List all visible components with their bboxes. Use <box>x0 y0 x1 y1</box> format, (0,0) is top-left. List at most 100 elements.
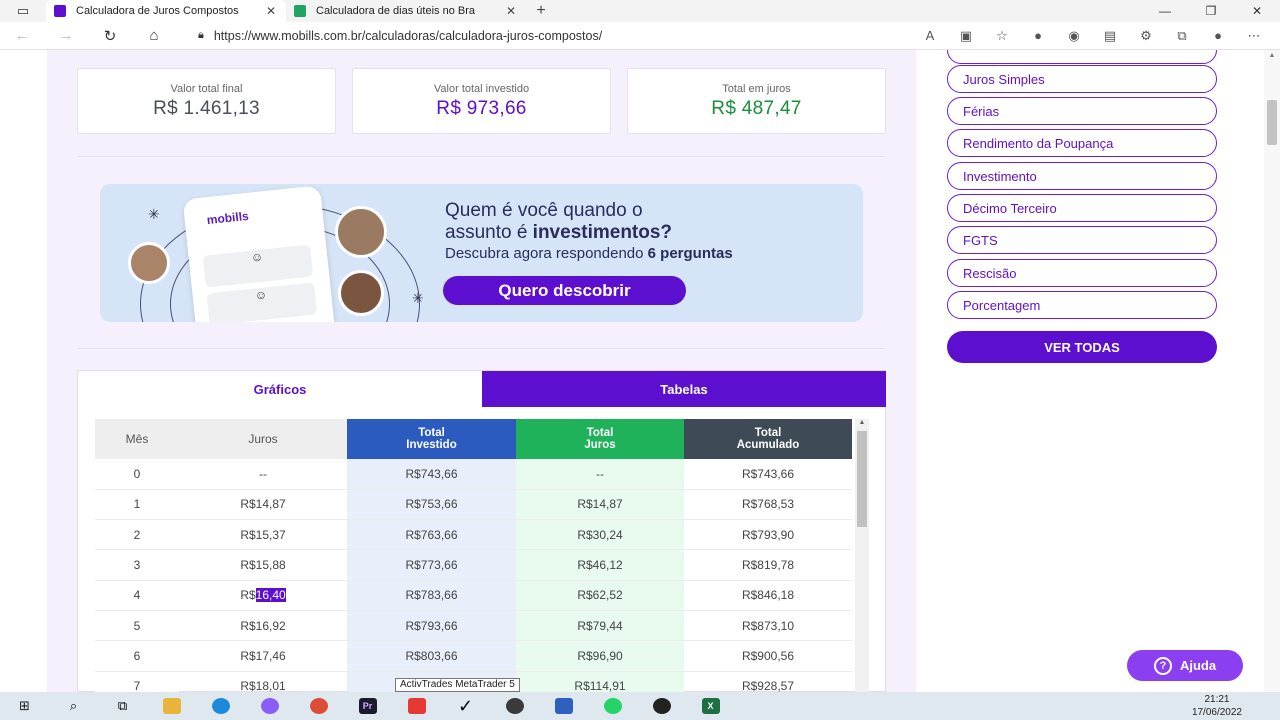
tab-tabelas[interactable]: Tabelas <box>482 371 886 407</box>
subtitle-b: 6 perguntas <box>647 245 733 262</box>
read-aloud-icon[interactable]: A <box>912 28 948 44</box>
sidebar-link-poupanca[interactable]: Rendimento da Poupança <box>947 129 1217 157</box>
scroll-up-icon[interactable]: ▲ <box>1264 52 1280 59</box>
header-total-acumulado[interactable]: Total Acumulado <box>684 419 852 459</box>
header-total-investido[interactable]: Total Investido <box>347 419 516 459</box>
sidebar-link-investimento[interactable]: Investimento <box>947 162 1217 190</box>
header-line: Total <box>586 427 614 439</box>
task-view-icon[interactable]: ⧉ <box>98 692 147 720</box>
investor-quiz-banner[interactable]: mobills ☺ ☺ ✳ ✳ Quem é você quando o ass… <box>100 184 863 322</box>
remote-app-icon[interactable] <box>539 692 588 720</box>
scrollbar-thumb[interactable] <box>857 431 867 527</box>
cell-mes: 4 <box>95 580 179 611</box>
sheet-favicon-icon <box>294 5 306 17</box>
cell-acumulado: R$900,56 <box>684 640 852 672</box>
browser-tab-bar: ▭ Calculadora de Juros Compostos ✕ Calcu… <box>0 0 1280 22</box>
phone-illustration: mobills ☺ ☺ <box>182 185 336 322</box>
banner-subtitle: Descubra agora respondendo 6 perguntas <box>445 245 733 262</box>
cell-total-juros: R$30,24 <box>516 519 684 551</box>
clock[interactable]: 21:21 17/06/2022 <box>1192 692 1242 720</box>
cell-acumulado: R$743,66 <box>684 459 852 490</box>
selected-text[interactable]: 16,40 <box>255 588 286 603</box>
sidebar-link-fgts[interactable]: FGTS <box>947 226 1217 254</box>
address-bar[interactable]: 🔒︎ https://www.mobills.com.br/calculador… <box>182 24 822 48</box>
recorder-icon[interactable] <box>637 692 686 720</box>
anydesk-icon[interactable] <box>392 692 441 720</box>
favorite-icon[interactable]: ☆ <box>984 28 1020 44</box>
whatsapp-icon[interactable] <box>588 692 637 720</box>
sidebar-link-decimo-terceiro[interactable]: Décimo Terceiro <box>947 194 1217 222</box>
tick-app-icon[interactable]: ✓ <box>441 692 490 720</box>
metatrader-icon[interactable] <box>490 692 539 720</box>
sidebar-link-rescisao[interactable]: Rescisão <box>947 259 1217 287</box>
headline-line-2a: assunto é <box>445 222 533 243</box>
clock-time: 21:21 <box>1204 694 1230 705</box>
restore-icon[interactable]: ❐ <box>1188 0 1234 22</box>
messenger-icon[interactable] <box>245 692 294 720</box>
help-button[interactable]: ? Ajuda <box>1127 650 1243 681</box>
windows-start-icon[interactable]: ⊞ <box>0 692 49 720</box>
chrome-icon[interactable] <box>294 692 343 720</box>
sidebar-link-partial[interactable] <box>947 50 1217 64</box>
more-icon[interactable]: ⋯ <box>1236 28 1272 44</box>
card-label: Valor total final <box>170 83 243 95</box>
header-line: Acumulado <box>736 439 800 451</box>
close-tab-icon[interactable]: ✕ <box>264 4 278 18</box>
cell-juros-prefix: R$ <box>240 588 256 603</box>
sidebar-link-juros-simples[interactable]: Juros Simples <box>947 65 1217 93</box>
cell-acumulado: R$793,90 <box>684 519 852 551</box>
address-toolbar: ← → ↻ ⌂ 🔒︎ https://www.mobills.com.br/ca… <box>0 22 1280 50</box>
sidebar-link-ferias[interactable]: Férias <box>947 97 1217 125</box>
mobills-logo: mobills <box>206 208 250 228</box>
header-line: Juros <box>584 439 616 451</box>
profile-icon[interactable]: ● <box>1200 28 1236 44</box>
see-all-button[interactable]: VER TODAS <box>947 331 1217 363</box>
new-tab-icon[interactable]: + <box>526 0 556 22</box>
excel-icon[interactable]: X <box>686 692 735 720</box>
close-tab-icon[interactable]: ✕ <box>504 4 518 18</box>
browser-tab-active[interactable]: Calculadora de Juros Compostos ✕ <box>46 0 286 22</box>
extension-icon[interactable]: ● <box>1020 28 1056 44</box>
forward-icon[interactable]: → <box>44 27 88 44</box>
sidebar-link-porcentagem[interactable]: Porcentagem <box>947 291 1217 319</box>
app-icon[interactable]: ▣ <box>948 28 984 44</box>
extensions-icon[interactable]: ⚙ <box>1128 28 1164 44</box>
cell-total-juros: -- <box>516 459 684 490</box>
results-panel: Gráficos Tabelas Mês Juros Total Investid… <box>77 370 886 692</box>
edge-icon[interactable] <box>196 692 245 720</box>
extension-icon[interactable]: ▤ <box>1092 28 1128 44</box>
collections-icon[interactable]: ⧉ <box>1164 28 1200 44</box>
cell-acumulado: R$873,10 <box>684 610 852 642</box>
tab-actions-icon[interactable]: ▭ <box>0 0 46 22</box>
header-mes[interactable]: Mês <box>95 419 179 459</box>
extension-icon[interactable]: ◉ <box>1056 28 1092 44</box>
tab-graficos[interactable]: Gráficos <box>78 371 482 407</box>
quiz-cta-button[interactable]: Quero descobrir <box>443 276 686 305</box>
file-explorer-icon[interactable] <box>147 692 196 720</box>
cell-mes: 1 <box>95 489 179 521</box>
close-window-icon[interactable]: ✕ <box>1234 0 1280 22</box>
calculator-column: Valor total final R$ 1.461,13 Valor tota… <box>47 50 916 692</box>
premiere-icon[interactable]: Pr <box>343 692 392 720</box>
scrollbar-thumb[interactable] <box>1267 100 1277 145</box>
header-juros[interactable]: Juros <box>179 419 347 459</box>
header-line: Total <box>754 427 782 439</box>
scroll-up-icon[interactable]: ▲ <box>855 419 869 426</box>
banner-headline: Quem é você quando o assunto é investime… <box>445 200 672 244</box>
header-total-juros[interactable]: Total Juros <box>516 419 684 459</box>
browser-tab-inactive[interactable]: Calculadora de dias úteis no Bra ✕ <box>286 0 526 22</box>
refresh-icon[interactable]: ↻ <box>88 27 132 45</box>
cell-acumulado: R$846,18 <box>684 580 852 611</box>
table-scrollbar[interactable]: ▲ <box>855 419 869 692</box>
card-value: R$ 487,47 <box>711 98 802 119</box>
search-icon[interactable]: ⌕ <box>49 692 98 720</box>
cell-investido: R$793,66 <box>347 610 516 642</box>
divider <box>77 348 885 349</box>
home-icon[interactable]: ⌂ <box>132 27 176 44</box>
cell-investido: R$783,66 <box>347 580 516 611</box>
cell-juros: R$15,37 <box>179 519 347 551</box>
page-scrollbar[interactable]: ▲ <box>1264 50 1280 692</box>
minimize-icon[interactable]: — <box>1142 0 1188 22</box>
header-line: Total <box>418 427 445 439</box>
back-icon[interactable]: ← <box>0 27 44 44</box>
